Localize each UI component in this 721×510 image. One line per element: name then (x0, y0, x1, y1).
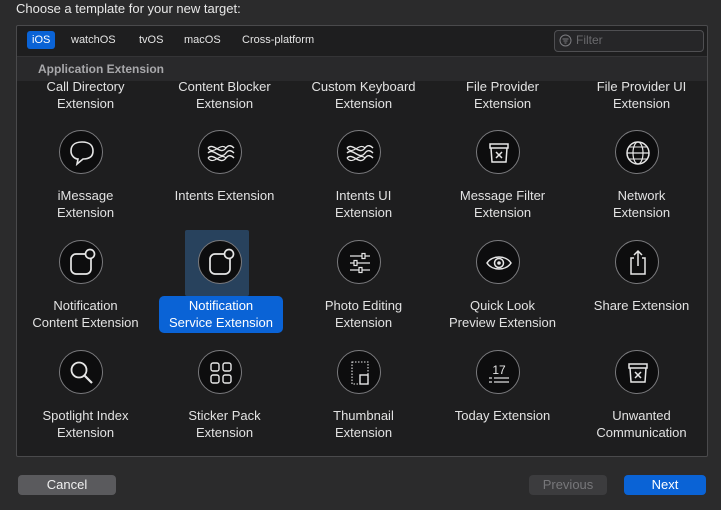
next-button[interactable]: Next (624, 475, 706, 495)
sliders-icon (337, 240, 381, 284)
tab-cross-platform[interactable]: Cross-platform (237, 31, 319, 49)
magnifier-icon (59, 350, 103, 394)
template-label: Intents Extension (174, 188, 275, 203)
template-item[interactable]: 17 Today Extension (433, 350, 572, 456)
template-item[interactable]: Notification Content Extension (17, 240, 155, 358)
svg-text:17: 17 (492, 363, 506, 377)
template-item[interactable]: Photo Editing Extension (294, 240, 433, 358)
template-item[interactable]: Spotlight Index Extension (17, 350, 155, 456)
template-label: iMessage Extension (56, 188, 115, 220)
template-label: Content Blocker Extension (178, 79, 271, 111)
tab-tvos[interactable]: tvOS (134, 31, 168, 49)
filter-placeholder: Filter (576, 33, 603, 47)
tab-watchos[interactable]: watchOS (66, 31, 121, 49)
share-icon (615, 240, 659, 284)
previous-button[interactable]: Previous (529, 475, 607, 495)
template-label: Today Extension (454, 408, 551, 423)
template-item[interactable]: Thumbnail Extension (294, 350, 433, 456)
notification-icon (198, 240, 242, 284)
template-item[interactable]: iMessage Extension (17, 130, 155, 248)
template-item[interactable]: Intents UI Extension (294, 130, 433, 248)
template-panel: iOS watchOS tvOS macOS Cross-platform Fi… (16, 25, 708, 457)
waves-icon (198, 130, 242, 174)
eye-icon (476, 240, 520, 284)
cancel-button[interactable]: Cancel (18, 475, 116, 495)
template-item[interactable]: Quick Look Preview Extension (433, 240, 572, 358)
template-label: Photo Editing Extension (324, 298, 403, 330)
platform-tab-bar: iOS watchOS tvOS macOS Cross-platform Fi… (17, 26, 707, 57)
template-label: Thumbnail Extension (333, 408, 394, 440)
template-label: Call Directory Extension (46, 79, 125, 111)
grid-icon (198, 350, 242, 394)
template-label: Custom Keyboard Extension (311, 79, 416, 111)
template-label: Share Extension (593, 298, 690, 313)
template-item[interactable]: Notification Service Extension (155, 230, 294, 358)
globe-icon (615, 130, 659, 174)
section-title: Application Extension (38, 62, 165, 76)
notification-icon (59, 240, 103, 284)
dialog-heading: Choose a template for your new target: (16, 1, 241, 16)
template-label: File Provider Extension (466, 79, 539, 111)
filter-box-icon (476, 130, 520, 174)
waves-icon (337, 130, 381, 174)
template-label: Intents UI Extension (334, 188, 393, 220)
calendar-icon: 17 (476, 350, 520, 394)
template-label: Unwanted Communication (596, 408, 687, 440)
tab-macos[interactable]: macOS (179, 31, 226, 49)
template-label: Spotlight Index Extension (42, 408, 129, 440)
template-label: Notification Content Extension (32, 298, 139, 330)
template-item[interactable]: Network Extension (572, 130, 707, 248)
filter-box-icon (615, 350, 659, 394)
template-label: Network Extension (612, 188, 671, 220)
template-label: Sticker Pack Extension (188, 408, 261, 440)
filter-icon (559, 34, 572, 47)
template-label: Notification Service Extension (159, 296, 283, 333)
speech-bubble-icon (59, 130, 103, 174)
thumbnail-icon (337, 350, 381, 394)
template-item[interactable]: Sticker Pack Extension (155, 350, 294, 456)
template-item[interactable]: Message Filter Extension (433, 130, 572, 248)
tab-ios[interactable]: iOS (27, 31, 56, 49)
template-item[interactable]: Share Extension (572, 240, 707, 358)
template-label: Message Filter Extension (459, 188, 546, 220)
template-label: Quick Look Preview Extension (449, 298, 556, 330)
template-label: File Provider UI Extension (596, 79, 687, 111)
filter-field[interactable]: Filter (554, 30, 704, 52)
template-item[interactable]: Unwanted Communication (572, 350, 707, 456)
